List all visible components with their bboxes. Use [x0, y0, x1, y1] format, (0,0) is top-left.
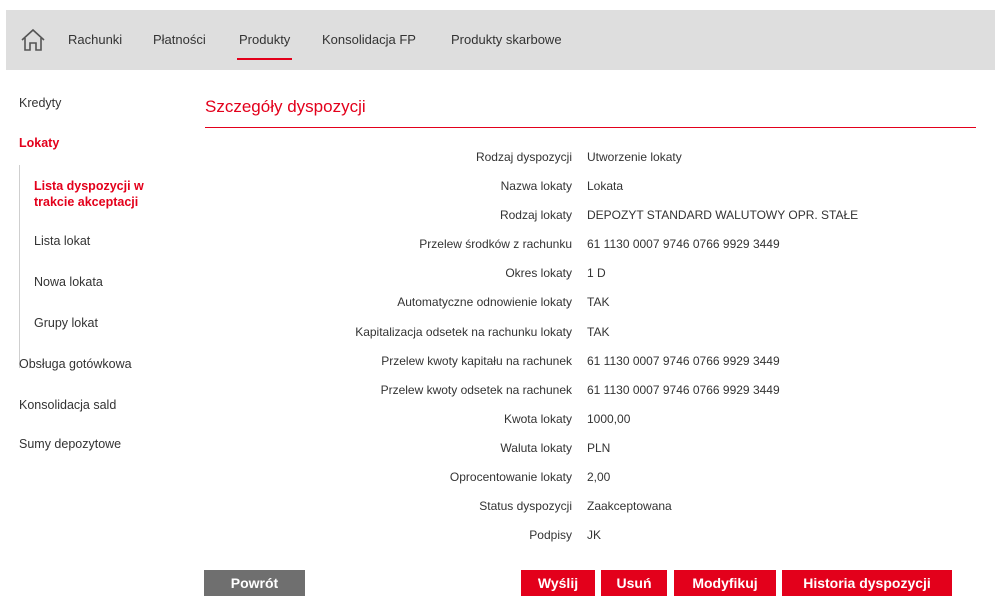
- detail-value: JK: [587, 528, 602, 543]
- send-button[interactable]: Wyślij: [521, 570, 595, 596]
- detail-label: Podpisy: [529, 528, 572, 543]
- detail-label: Okres lokaty: [505, 266, 572, 281]
- detail-value: 61 1130 0007 9746 0766 9929 3449: [587, 353, 780, 368]
- history-button[interactable]: Historia dyspozycji: [782, 570, 952, 596]
- sidebar: Kredyty Lokaty Lista dyspozycji w trakci…: [0, 70, 180, 570]
- detail-row: Okres lokaty 1 D: [205, 260, 976, 289]
- detail-label: Nazwa lokaty: [500, 179, 572, 194]
- detail-label: Przelew kwoty kapitału na rachunek: [381, 353, 572, 368]
- detail-value: PLN: [587, 440, 611, 455]
- sidebar-subitem-nowa-lokata[interactable]: Nowa lokata: [34, 275, 103, 289]
- detail-value: 61 1130 0007 9746 0766 9929 3449: [587, 237, 780, 252]
- home-icon[interactable]: [20, 28, 46, 52]
- detail-label: Waluta lokaty: [500, 440, 572, 455]
- detail-row: Oprocentowanie lokaty 2,00: [205, 464, 976, 493]
- detail-row: Przelew kwoty odsetek na rachunek 61 1130…: [205, 377, 976, 406]
- detail-value: 1 D: [587, 266, 606, 281]
- detail-value: TAK: [587, 295, 610, 310]
- detail-row: Kapitalizacja odsetek na rachunku lokaty…: [205, 319, 976, 348]
- detail-value: Zaakceptowana: [587, 499, 672, 514]
- detail-value: Lokata: [587, 179, 624, 194]
- sidebar-subitem-lista-lokat[interactable]: Lista lokat: [34, 234, 90, 248]
- sidebar-item-obsluga-gotowkowa[interactable]: Obsługa gotówkowa: [19, 357, 132, 371]
- detail-value: DEPOZYT STANDARD WALUTOWY OPR. STAŁE: [587, 208, 859, 223]
- modify-button[interactable]: Modyfikuj: [674, 570, 776, 596]
- sidebar-submenu-divider: [19, 165, 20, 368]
- detail-row: Przelew środków z rachunku 61 1130 0007 9…: [205, 231, 976, 260]
- sidebar-item-lokaty[interactable]: Lokaty: [19, 136, 59, 150]
- detail-value: 2,00: [587, 470, 611, 485]
- detail-row: Automatyczne odnowienie lokaty TAK: [205, 289, 976, 318]
- detail-label: Przelew kwoty odsetek na rachunek: [380, 382, 572, 397]
- back-button[interactable]: Powrót: [204, 570, 305, 596]
- page-title: Szczegóły dyspozycji: [205, 97, 366, 116]
- sidebar-subitem-grupy-lokat[interactable]: Grupy lokat: [34, 316, 98, 330]
- detail-value: TAK: [587, 324, 610, 339]
- sidebar-item-konsolidacja-sald[interactable]: Konsolidacja sald: [19, 398, 116, 412]
- detail-label: Kwota lokaty: [503, 411, 572, 426]
- detail-row: Nazwa lokaty Lokata: [205, 173, 976, 202]
- nav-item-rachunki[interactable]: Rachunki: [68, 10, 122, 70]
- details-table: Rodzaj dyspozycji Utworzenie lokaty Nazwa …: [205, 144, 976, 551]
- detail-label: Kapitalizacja odsetek na rachunku lokaty: [355, 324, 572, 339]
- detail-label: Rodzaj lokaty: [499, 208, 572, 223]
- detail-value: 61 1130 0007 9746 0766 9929 3449: [587, 382, 780, 397]
- title-divider: [205, 127, 976, 128]
- top-navigation: Rachunki Płatności Produkty Konsolidacja…: [6, 10, 995, 70]
- detail-label: Automatyczne odnowienie lokaty: [397, 295, 572, 310]
- detail-value: Utworzenie lokaty: [587, 150, 682, 164]
- detail-row: Podpisy JK: [205, 522, 976, 551]
- detail-label: Rodzaj dyspozycji: [475, 150, 572, 164]
- detail-row: Status dyspozycji Zaakceptowana: [205, 493, 976, 522]
- detail-label: Oprocentowanie lokaty: [449, 470, 572, 485]
- sidebar-subitem-lista-dyspozycji[interactable]: Lista dyspozycji w trakcie akceptacji: [34, 178, 174, 210]
- nav-item-konsolidacja-fp[interactable]: Konsolidacja FP: [322, 10, 416, 70]
- sidebar-item-sumy-depozytowe[interactable]: Sumy depozytowe: [19, 437, 121, 451]
- detail-label: Przelew środków z rachunku: [419, 237, 572, 252]
- sidebar-item-kredyty[interactable]: Kredyty: [19, 96, 61, 110]
- detail-row: Rodzaj lokaty DEPOZYT STANDARD WALUTOWY O…: [205, 202, 976, 231]
- delete-button[interactable]: Usuń: [601, 570, 667, 596]
- detail-row: Przelew kwoty kapitału na rachunek 61 113…: [205, 348, 976, 377]
- detail-row: Waluta lokaty PLN: [205, 435, 976, 464]
- detail-value: 1000,00: [587, 411, 631, 426]
- detail-row: Rodzaj dyspozycji Utworzenie lokaty: [205, 144, 976, 173]
- nav-item-produkty[interactable]: Produkty: [236, 10, 293, 70]
- nav-item-platnosci[interactable]: Płatności: [153, 10, 206, 70]
- nav-item-produkty-skarbowe[interactable]: Produkty skarbowe: [451, 10, 562, 70]
- detail-row: Kwota lokaty 1000,00: [205, 406, 976, 435]
- detail-label: Status dyspozycji: [479, 499, 572, 514]
